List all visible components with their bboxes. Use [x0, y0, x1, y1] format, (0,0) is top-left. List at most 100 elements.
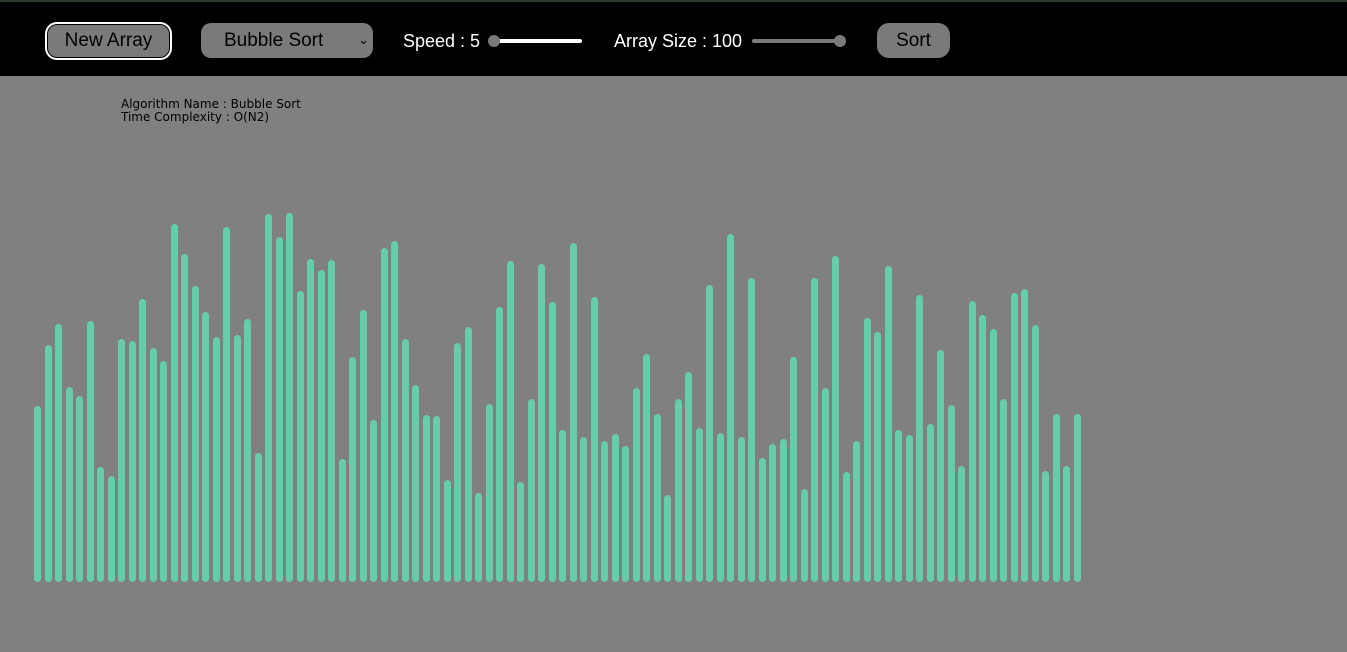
array-bar	[653, 414, 661, 582]
array-bar	[380, 248, 388, 582]
array-bar	[328, 260, 335, 582]
array-bar	[212, 337, 220, 582]
array-bar	[244, 319, 251, 582]
array-bar	[485, 404, 493, 582]
array-bar	[1010, 293, 1018, 582]
array-bar	[1021, 289, 1028, 582]
array-bar	[685, 372, 692, 582]
array-bar	[170, 224, 178, 582]
array-bar	[538, 264, 545, 582]
array-bar	[275, 237, 283, 582]
array-bar	[832, 256, 839, 582]
array-bar	[905, 435, 913, 582]
array-bar	[758, 458, 766, 582]
array-bar	[265, 214, 272, 582]
array-bar	[34, 406, 41, 582]
array-size-slider-thumb[interactable]	[834, 35, 846, 47]
array-bar	[86, 321, 94, 582]
algorithm-select-value: Bubble Sort	[224, 29, 324, 51]
array-bar	[160, 361, 167, 582]
array-bar	[590, 297, 598, 582]
algorithm-select[interactable]: Bubble Sort ⌄	[201, 23, 373, 58]
array-bar	[748, 278, 755, 582]
array-bar	[664, 495, 671, 582]
array-bar	[706, 285, 713, 582]
array-bar	[716, 433, 724, 582]
array-bar	[958, 466, 965, 582]
array-bar	[527, 399, 535, 582]
array-bar	[884, 266, 892, 582]
array-bar	[370, 420, 377, 582]
array-bar	[475, 493, 482, 582]
array-bar	[139, 299, 146, 582]
array-bar	[464, 327, 472, 582]
array-bar	[821, 388, 829, 582]
array-bar	[55, 324, 62, 582]
array-bar	[517, 482, 524, 582]
array-bar	[779, 439, 787, 582]
array-bar	[338, 459, 346, 582]
array-bar	[569, 243, 577, 582]
array-bar	[296, 291, 304, 582]
array-bar	[1063, 466, 1070, 582]
array-bar	[191, 286, 199, 582]
array-bar	[118, 339, 125, 582]
array-bar	[863, 318, 871, 582]
array-bar	[233, 335, 241, 582]
array-bar	[947, 405, 955, 582]
array-bar	[307, 259, 314, 582]
array-bar	[254, 453, 262, 582]
array-bar	[979, 315, 986, 582]
array-bar	[548, 302, 556, 582]
array-bar	[790, 357, 797, 582]
array-bar	[727, 234, 734, 582]
array-bar	[800, 489, 808, 582]
array-bar	[622, 446, 629, 582]
array-bar	[223, 227, 230, 582]
new-array-button[interactable]: New Array	[45, 22, 172, 60]
array-bar	[1000, 399, 1007, 582]
array-bar	[506, 261, 514, 582]
array-bar	[359, 310, 367, 582]
array-bar	[76, 396, 83, 582]
array-bar	[433, 416, 440, 582]
array-bar	[149, 348, 157, 582]
speed-slider-track	[492, 39, 582, 43]
array-bar	[1073, 414, 1081, 582]
speed-slider[interactable]	[488, 34, 584, 48]
array-bar	[454, 343, 461, 582]
algorithm-info: Algorithm Name : Bubble Sort Time Comple…	[121, 98, 301, 124]
array-bar	[643, 354, 650, 582]
array-bar	[916, 295, 923, 582]
array-bar	[422, 415, 430, 582]
array-bar	[737, 437, 745, 582]
array-bar	[97, 467, 104, 582]
array-bar	[811, 278, 818, 582]
array-bar	[601, 441, 608, 582]
array-bar	[443, 480, 451, 582]
array-size-slider[interactable]	[750, 34, 848, 48]
array-bar	[580, 437, 587, 582]
array-bar	[391, 241, 398, 582]
array-bar	[317, 270, 325, 582]
sort-button[interactable]: Sort	[877, 23, 950, 58]
chevron-down-icon: ⌄	[358, 32, 369, 47]
array-bar	[44, 345, 52, 582]
array-bar	[401, 339, 409, 582]
array-bar	[349, 357, 356, 582]
array-bar	[611, 434, 619, 582]
speed-slider-thumb[interactable]	[488, 35, 500, 47]
array-bar	[1031, 325, 1039, 582]
array-bar	[937, 350, 944, 582]
array-bar	[202, 312, 209, 582]
speed-label: Speed : 5	[403, 31, 481, 51]
array-bar	[107, 476, 115, 582]
array-bar	[1042, 471, 1049, 582]
array-bar	[926, 424, 934, 582]
array-bar	[181, 254, 188, 582]
array-bar	[853, 441, 860, 582]
toolbar: New Array Bubble Sort ⌄ Speed : 5 Array …	[0, 0, 1347, 76]
array-bar	[286, 213, 293, 582]
array-bar	[674, 399, 682, 582]
array-bar	[968, 301, 976, 582]
